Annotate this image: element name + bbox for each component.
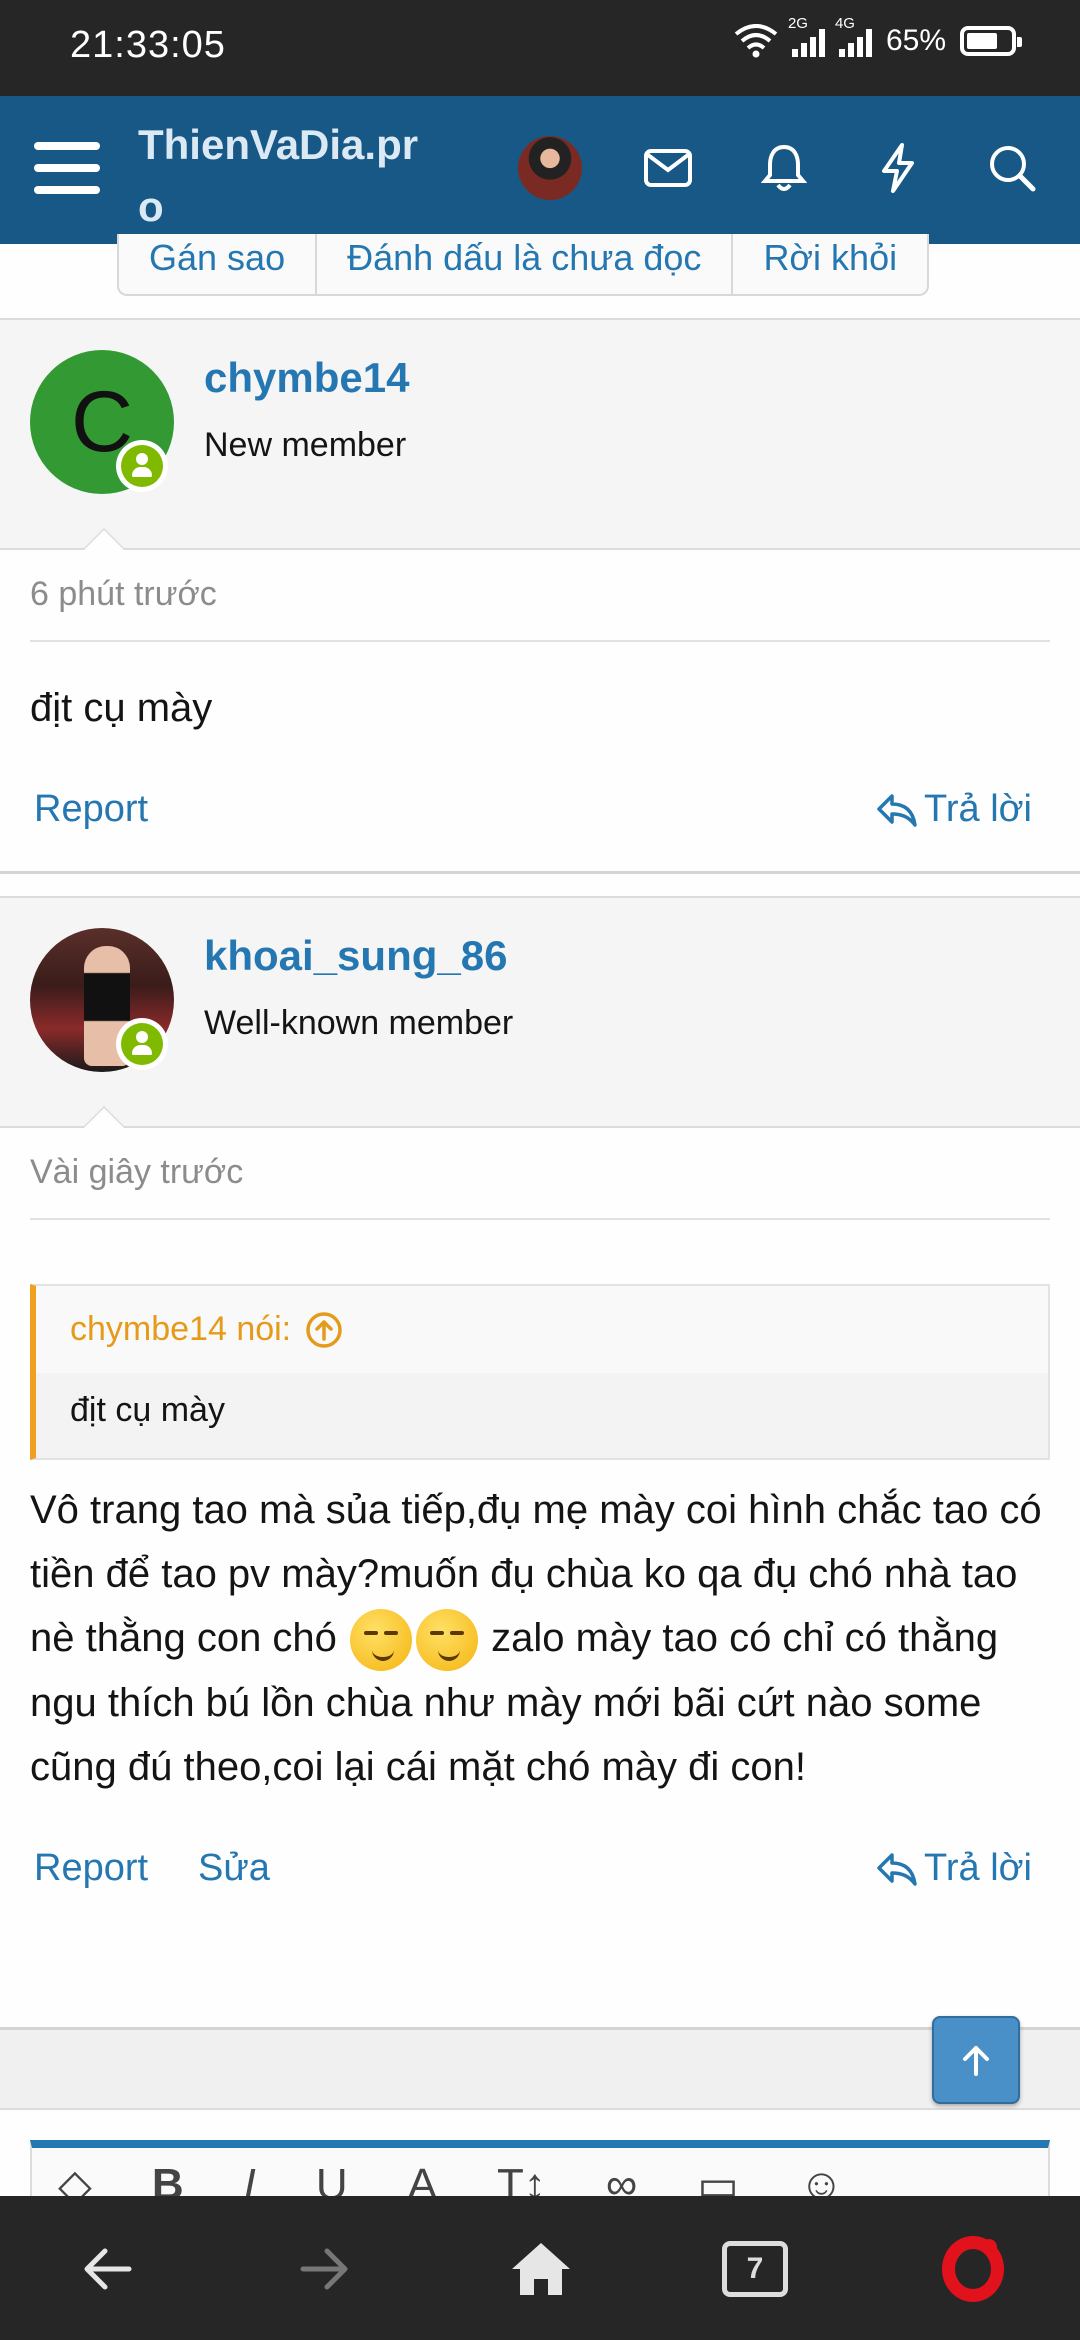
browser-nav-bar: 7 (0, 2196, 1080, 2340)
editor-toolbar: ◇ B I U A T↕ ∞ ▭ ☺ (32, 2148, 1048, 2200)
quote-header[interactable]: chymbe14 nói: (36, 1286, 1048, 1373)
image-icon[interactable]: ▭ (697, 2160, 739, 2200)
eraser-icon[interactable]: ◇ (58, 2160, 92, 2200)
bookmark-button[interactable]: Gán sao (119, 234, 318, 294)
quote-author: chymbe14 nói: (70, 1310, 292, 1348)
username[interactable]: chymbe14 (204, 354, 409, 402)
signal-4g-icon: 4G (835, 15, 872, 57)
home-icon (512, 2243, 570, 2295)
net-4g-label: 4G (834, 15, 855, 32)
menu-icon[interactable] (34, 142, 100, 194)
italic-button[interactable]: I (244, 2160, 256, 2200)
reply-editor[interactable]: ◇ B I U A T↕ ∞ ▭ ☺ (30, 2140, 1050, 2200)
post-actions: Report Trả lời (30, 740, 1050, 850)
opera-logo-icon (942, 2236, 1004, 2302)
post-time[interactable]: Vài giây trước (30, 1128, 1050, 1220)
reply-icon (877, 793, 917, 827)
arrow-up-circle-icon[interactable] (305, 1311, 343, 1349)
online-status-icon (116, 1018, 168, 1070)
reply-label: Trả lời (924, 788, 1032, 830)
wifi-icon (734, 24, 778, 58)
reply-label: Trả lời (924, 1847, 1032, 1890)
mark-unread-button[interactable]: Đánh dấu là chưa đọc (317, 234, 734, 294)
edit-link[interactable]: Sửa (198, 1847, 270, 1890)
reply-button[interactable]: Trả lời (876, 1847, 1032, 1890)
smirking-face-icon (350, 1609, 413, 1672)
report-link[interactable]: Report (34, 1847, 148, 1890)
bell-icon[interactable] (756, 140, 812, 196)
online-status-icon (116, 440, 168, 492)
tab-count-badge: 7 (722, 2241, 788, 2297)
quote-block: chymbe14 nói: địt cụ mày (30, 1284, 1050, 1460)
status-time: 21:33:05 (70, 24, 226, 66)
battery-percent: 65% (885, 24, 946, 57)
site-logo[interactable]: ThienVaDia.pro (138, 114, 438, 238)
user-bar-caret (82, 528, 126, 550)
lightning-icon[interactable] (870, 140, 926, 196)
bold-button[interactable]: B (152, 2160, 184, 2200)
arrow-left-icon (84, 2248, 132, 2290)
post-actions: Report Sửa Trả lời (30, 1799, 1050, 1909)
account-avatar[interactable] (518, 136, 582, 200)
post-message: địt cụ mày (30, 686, 213, 730)
leave-thread-button[interactable]: Rời khỏi (733, 234, 927, 294)
smirking-face-icon (416, 1609, 479, 1672)
net-2g-label: 2G (787, 15, 808, 32)
status-icons: 2G 4G 65% (734, 15, 1022, 58)
post-time[interactable]: 6 phút trước (30, 550, 1050, 642)
arrow-right-icon (300, 2248, 348, 2290)
search-icon[interactable] (984, 140, 1040, 196)
section-divider (0, 2030, 1080, 2110)
user-bar-caret (82, 1106, 126, 1128)
battery-icon (960, 26, 1022, 56)
username[interactable]: khoai_sung_86 (204, 932, 507, 980)
font-size-button[interactable]: T↕ (497, 2160, 546, 2200)
back-button[interactable] (72, 2234, 142, 2304)
mail-icon[interactable] (640, 140, 696, 196)
home-button[interactable] (506, 2234, 576, 2304)
post-2: khoai_sung_86 Well-known member Vài giây… (0, 896, 1080, 2030)
reply-icon (877, 1853, 917, 1886)
thread-actions: Gán sao Đánh dấu là chưa đọc Rời khỏi (117, 234, 930, 296)
reply-button[interactable]: Trả lời (876, 788, 1032, 831)
signal-2g-icon: 2G (788, 15, 825, 57)
arrow-up-icon (963, 2046, 989, 2076)
status-bar: 21:33:05 2G 4G 65% (0, 0, 1080, 96)
report-link[interactable]: Report (34, 788, 148, 831)
user-title: Well-known member (204, 1004, 514, 1042)
post-user-bar: khoai_sung_86 Well-known member (0, 898, 1080, 1128)
tabs-button[interactable]: 7 (720, 2234, 790, 2304)
app-header: ThienVaDia.pro (0, 96, 1080, 244)
user-title: New member (204, 426, 407, 464)
quote-text: địt cụ mày (36, 1373, 1048, 1458)
link-icon[interactable]: ∞ (606, 2160, 637, 2200)
underline-button[interactable]: U (316, 2160, 348, 2200)
forward-button[interactable] (290, 2234, 360, 2304)
post-message: Vô trang tao mà sủa tiếp,đụ mẹ mày coi h… (30, 1460, 1050, 1799)
opera-menu-button[interactable] (938, 2234, 1008, 2304)
post-user-bar: C chymbe14 New member (0, 320, 1080, 550)
font-color-button[interactable]: A (408, 2160, 437, 2200)
post-1: C chymbe14 New member 6 phút trước địt c… (0, 318, 1080, 874)
scroll-to-top-button[interactable] (932, 2016, 1020, 2104)
smiley-icon[interactable]: ☺ (799, 2160, 844, 2200)
